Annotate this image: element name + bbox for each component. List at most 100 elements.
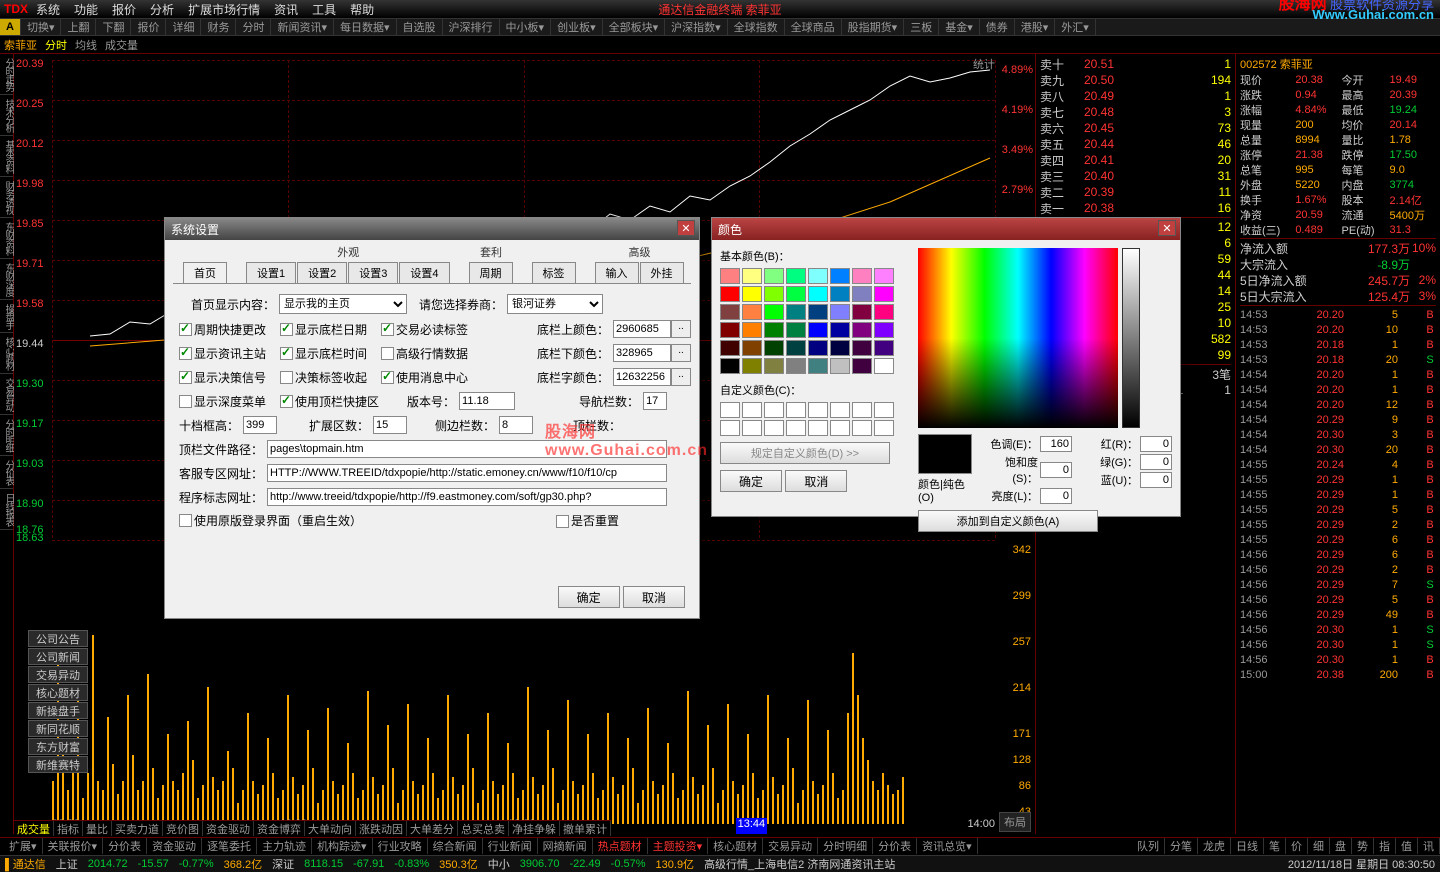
- bottom-bar-item[interactable]: 资讯总览▾: [917, 838, 978, 854]
- toolbar-item[interactable]: 沪深排行: [443, 19, 500, 35]
- settings-tab[interactable]: 设置2: [297, 262, 347, 283]
- add-custom-color-button[interactable]: 添加到自定义颜色(A): [918, 510, 1098, 532]
- indicator-tab[interactable]: 资金博弈: [254, 821, 305, 836]
- toolbar-item[interactable]: 中小板▾: [500, 19, 552, 35]
- color-cancel-button[interactable]: 取消: [785, 470, 847, 492]
- bottom-bar-item[interactable]: 分价表: [873, 838, 917, 854]
- layout-button[interactable]: 布局: [999, 812, 1031, 832]
- info-btn[interactable]: 新维赛特: [28, 756, 88, 773]
- color-swatch[interactable]: [808, 268, 828, 284]
- indicator-tab[interactable]: 资金驱动: [203, 821, 254, 836]
- nav-count-input[interactable]: [643, 392, 667, 410]
- bottom-bar-item[interactable]: 行业攻略: [373, 838, 428, 854]
- toolbar-item[interactable]: 上翻: [61, 19, 96, 35]
- color-swatch[interactable]: [874, 304, 894, 320]
- color-swatch[interactable]: [852, 286, 872, 302]
- indicator-tab[interactable]: 大单差分: [407, 821, 458, 836]
- checkbox[interactable]: [381, 371, 394, 384]
- info-btn[interactable]: 新操盘手: [28, 702, 88, 719]
- color-swatch[interactable]: [720, 322, 740, 338]
- version-input[interactable]: [459, 392, 515, 410]
- color-swatch[interactable]: [742, 322, 762, 338]
- bottom-bar-item[interactable]: 盘: [1330, 838, 1352, 854]
- info-btn[interactable]: 公司新闻: [28, 648, 88, 665]
- settings-cancel-button[interactable]: 取消: [623, 586, 685, 608]
- color-swatch[interactable]: [808, 304, 828, 320]
- custom-color-slot[interactable]: [720, 402, 740, 418]
- toolbar-item[interactable]: 详细: [166, 19, 201, 35]
- color-swatch[interactable]: [720, 304, 740, 320]
- side-count-input[interactable]: [499, 416, 533, 434]
- color-swatch[interactable]: [720, 268, 740, 284]
- color-swatch[interactable]: [830, 268, 850, 284]
- left-tab[interactable]: 分时走势: [0, 54, 13, 95]
- bottom-bar-item[interactable]: 队列: [1132, 838, 1165, 854]
- color-swatch[interactable]: [852, 358, 872, 374]
- checkbox[interactable]: [381, 347, 394, 360]
- bottom-bar-item[interactable]: 热点题材: [593, 838, 648, 854]
- custom-color-slot[interactable]: [874, 420, 894, 436]
- color-swatch[interactable]: [786, 322, 806, 338]
- color-swatch[interactable]: [830, 286, 850, 302]
- color-ok-button[interactable]: 确定: [720, 470, 782, 492]
- left-tab[interactable]: 核心题材: [0, 333, 13, 374]
- info-btn[interactable]: 新同花顺: [28, 720, 88, 737]
- left-tab[interactable]: 财务透视: [0, 177, 13, 218]
- toolbar-item[interactable]: 自选股: [397, 19, 443, 35]
- settings-title[interactable]: 系统设置 ✕: [165, 218, 699, 240]
- menu-item[interactable]: 工具: [312, 1, 336, 18]
- service-url-input[interactable]: [267, 464, 667, 482]
- settings-tab[interactable]: 设置4: [399, 262, 449, 283]
- left-tab[interactable]: 基本资料: [0, 136, 13, 177]
- custom-color-slot[interactable]: [786, 420, 806, 436]
- custom-color-slot[interactable]: [764, 420, 784, 436]
- toolbar-item[interactable]: 外汇▾: [1055, 19, 1096, 35]
- custom-color-slot[interactable]: [852, 420, 872, 436]
- settings-tab[interactable]: 设置3: [348, 262, 398, 283]
- color-swatch[interactable]: [874, 286, 894, 302]
- chart-tab[interactable]: 均线: [75, 37, 97, 53]
- checkbox[interactable]: [381, 323, 394, 336]
- menu-item[interactable]: 功能: [74, 1, 98, 18]
- color-swatch[interactable]: [764, 304, 784, 320]
- ten-height-input[interactable]: [243, 416, 277, 434]
- color-pick-button[interactable]: ..: [671, 368, 691, 386]
- blue-input[interactable]: [1140, 472, 1172, 488]
- bottom-bar-item[interactable]: 核心题材: [708, 838, 763, 854]
- bottom-bar-item[interactable]: 龙虎: [1198, 838, 1231, 854]
- info-btn[interactable]: 东方财富: [28, 738, 88, 755]
- old-login-checkbox[interactable]: [179, 514, 192, 527]
- indicator-tab[interactable]: 大单动向: [305, 821, 356, 836]
- indicator-tab[interactable]: 总买总卖: [458, 821, 509, 836]
- chart-tab[interactable]: 成交量: [105, 37, 138, 53]
- color-swatch[interactable]: [808, 286, 828, 302]
- custom-color-slot[interactable]: [830, 420, 850, 436]
- left-tab[interactable]: 分时明细: [0, 415, 13, 456]
- menu-item[interactable]: 帮助: [350, 1, 374, 18]
- toolbar-item[interactable]: 全球指数: [728, 19, 785, 35]
- menu-item[interactable]: 扩展市场行情: [188, 1, 260, 18]
- info-btn[interactable]: 公司公告: [28, 630, 88, 647]
- color-swatch[interactable]: [764, 286, 784, 302]
- settings-tab[interactable]: 输入: [595, 262, 639, 283]
- reset-checkbox[interactable]: [556, 515, 569, 528]
- toolbar-item[interactable]: 债券: [980, 19, 1015, 35]
- color-value-input[interactable]: [613, 344, 671, 362]
- settings-tab[interactable]: 设置1: [246, 262, 296, 283]
- chart-tab[interactable]: 分时: [45, 37, 67, 53]
- program-url-input[interactable]: [267, 488, 667, 506]
- define-custom-button[interactable]: 规定自定义颜色(D) >>: [720, 442, 890, 464]
- color-swatch[interactable]: [808, 322, 828, 338]
- indicator-tab[interactable]: 买卖力道: [112, 821, 163, 836]
- bottom-bar-item[interactable]: 分价表: [103, 838, 147, 854]
- info-btn[interactable]: 核心题材: [28, 684, 88, 701]
- left-tab[interactable]: 日线报表: [0, 489, 13, 530]
- checkbox[interactable]: [179, 371, 192, 384]
- color-swatch[interactable]: [720, 340, 740, 356]
- checkbox[interactable]: [280, 395, 293, 408]
- color-swatch[interactable]: [874, 268, 894, 284]
- color-pick-button[interactable]: ..: [671, 320, 691, 338]
- bottom-bar-item[interactable]: 主力轨迹: [257, 838, 312, 854]
- color-swatch[interactable]: [742, 286, 762, 302]
- info-btn[interactable]: 交易异动: [28, 666, 88, 683]
